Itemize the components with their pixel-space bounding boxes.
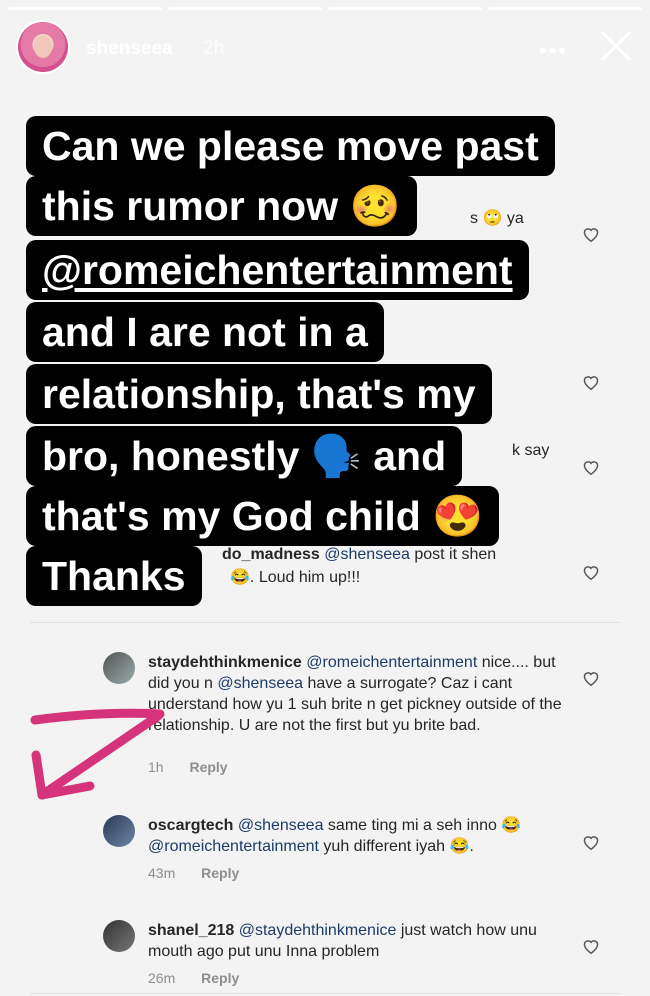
- story-progress: [8, 7, 642, 10]
- reply-button[interactable]: Reply: [201, 865, 239, 881]
- comment-username[interactable]: staydehthinkmenice: [148, 654, 302, 671]
- comment-mention[interactable]: @shenseea: [238, 817, 324, 834]
- comment-username[interactable]: do_madness: [222, 546, 320, 563]
- comment-item: staydehthinkmenice @romeichentertainment…: [103, 652, 583, 782]
- heart-icon[interactable]: [582, 459, 600, 475]
- heart-icon[interactable]: [582, 564, 600, 580]
- overlay-line: and I are not in a: [26, 302, 384, 362]
- comment-text: same ting mi a seh inno 😂: [323, 817, 522, 834]
- comment-body: staydehthinkmenice @romeichentertainment…: [148, 652, 578, 736]
- comment-fragment: k say: [512, 442, 550, 459]
- comment-fragment: do_madness @shenseea post it shen: [222, 546, 496, 564]
- divider: [30, 622, 620, 623]
- comment-text: yuh different iyah 😂.: [318, 838, 474, 855]
- divider: [30, 993, 620, 994]
- progress-segment: [328, 7, 482, 10]
- reply-button[interactable]: Reply: [189, 759, 227, 775]
- avatar[interactable]: [18, 22, 68, 72]
- heart-icon[interactable]: [582, 834, 600, 850]
- comment-time: 43m: [148, 865, 176, 881]
- heart-icon[interactable]: [582, 670, 600, 686]
- comment-mention[interactable]: @shenseea: [324, 546, 410, 563]
- comment-mention[interactable]: @staydehthinkmenice: [239, 922, 397, 939]
- comment-time: 26m: [148, 970, 176, 986]
- comment-username[interactable]: shanel_218: [148, 922, 234, 939]
- comment-item: shanel_218 @staydehthinkmenice just watc…: [103, 920, 583, 990]
- comment-mention[interactable]: @romeichentertainment: [148, 838, 319, 855]
- comment-mention[interactable]: @shenseea: [217, 675, 303, 692]
- heart-icon[interactable]: [582, 938, 600, 954]
- arrow-drawing: [30, 708, 165, 800]
- comment-item: oscargtech @shenseea same ting mi a seh …: [103, 815, 583, 885]
- avatar[interactable]: [103, 652, 135, 684]
- comment-meta: 43m Reply: [148, 865, 261, 881]
- overlay-line: relationship, that's my: [26, 364, 492, 424]
- comment-text: post it shen: [409, 546, 497, 563]
- story-time: 2h: [203, 38, 225, 59]
- progress-segment: [168, 7, 322, 10]
- avatar[interactable]: [103, 920, 135, 952]
- mention-link[interactable]: @romeichentertainment: [42, 247, 513, 293]
- overlay-line: this rumor now 🥴: [26, 176, 417, 236]
- close-icon[interactable]: [598, 28, 634, 64]
- reply-button[interactable]: Reply: [201, 970, 239, 986]
- comment-mention[interactable]: @romeichentertainment: [306, 654, 477, 671]
- overlay-line[interactable]: @romeichentertainment: [26, 240, 529, 300]
- comment-fragment: 😂. Loud him up!!!: [230, 569, 361, 586]
- comment-fragment: s 🙄 ya: [470, 210, 524, 227]
- story-username[interactable]: shenseea: [86, 38, 173, 60]
- overlay-line: Thanks: [26, 546, 202, 606]
- comment-username[interactable]: oscargtech: [148, 817, 233, 834]
- story-header: shenseea 2h •••: [18, 20, 636, 78]
- overlay-line: bro, honestly 🗣️ and: [26, 426, 463, 486]
- avatar[interactable]: [103, 815, 135, 847]
- overlay-line: Can we please move past: [26, 116, 555, 176]
- more-icon[interactable]: •••: [539, 38, 568, 64]
- overlay-line: that's my God child 😍: [26, 486, 500, 546]
- comment-meta: 26m Reply: [148, 970, 261, 986]
- comment-body: shanel_218 @staydehthinkmenice just watc…: [148, 920, 578, 962]
- progress-segment: [488, 7, 642, 10]
- comment-body: oscargtech @shenseea same ting mi a seh …: [148, 815, 578, 857]
- progress-segment: [8, 7, 162, 10]
- heart-icon[interactable]: [582, 226, 600, 242]
- heart-icon[interactable]: [582, 374, 600, 390]
